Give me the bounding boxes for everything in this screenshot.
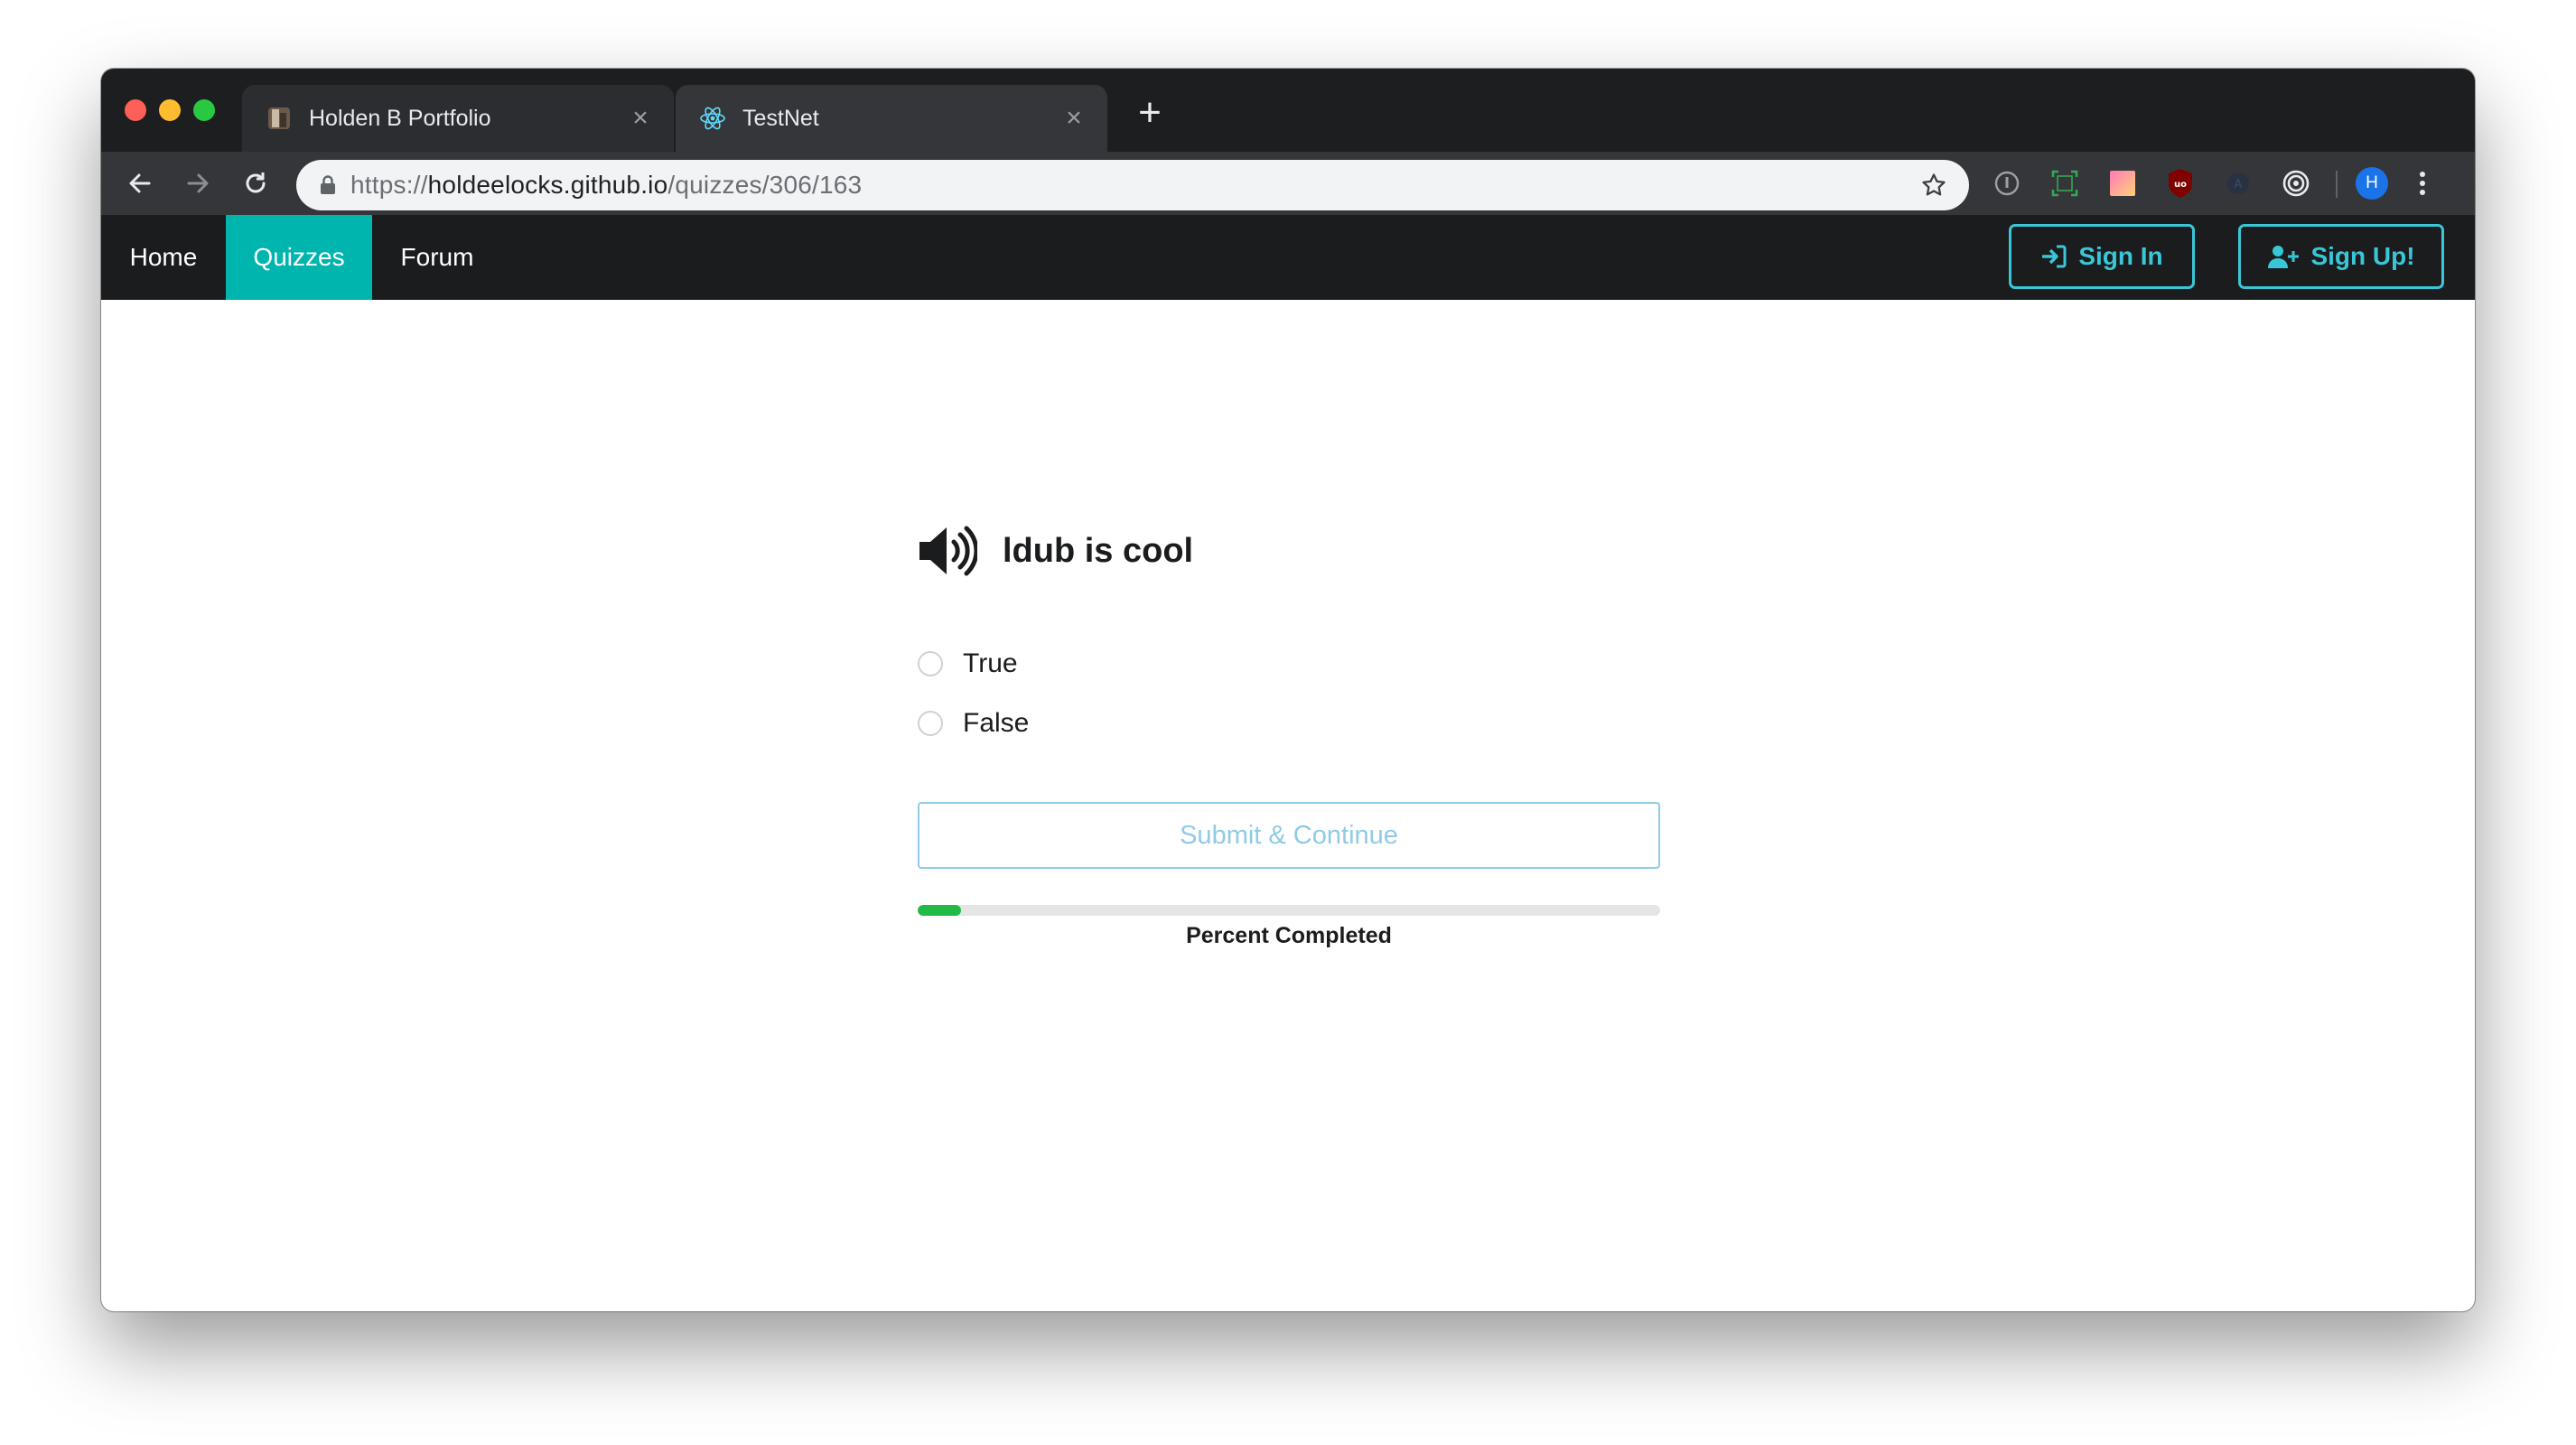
info-extension-icon[interactable]: [1991, 167, 2023, 200]
tab-title: TestNet: [742, 105, 819, 131]
question-text: ldub is cool: [1003, 531, 1194, 570]
lock-icon: [320, 175, 336, 195]
close-icon[interactable]: ×: [1060, 105, 1087, 132]
portfolio-photo-icon: [266, 105, 293, 132]
sign-in-label: Sign In: [2078, 242, 2163, 270]
star-icon[interactable]: [1920, 172, 1947, 199]
profile-initial: H: [2356, 167, 2388, 200]
forward-arrow-icon[interactable]: [179, 164, 217, 202]
react-atom-icon: [699, 105, 726, 132]
option-label: True: [963, 648, 1018, 678]
site-nav-bar: Home Quizzes Forum Sign In Sign Up!: [101, 215, 2475, 300]
dark-extension-icon[interactable]: A: [2222, 167, 2254, 200]
sign-up-label: Sign Up!: [2310, 242, 2415, 270]
browser-window: Holden B Portfolio × TestNet × + https:/…: [101, 69, 2475, 1311]
progress-bar: [918, 905, 1660, 916]
minimize-window-button[interactable]: [159, 99, 181, 121]
sign-up-button[interactable]: Sign Up!: [2238, 224, 2444, 289]
target-extension-icon[interactable]: [2280, 167, 2312, 200]
svg-text:uo: uo: [2174, 180, 2187, 190]
question-header: ldub is cool: [918, 524, 1193, 578]
maximize-window-button[interactable]: [193, 99, 215, 121]
answer-option-true[interactable]: True: [918, 648, 1018, 679]
submit-continue-button[interactable]: Submit & Continue: [918, 802, 1660, 869]
progress-fill: [918, 905, 961, 916]
tab-testnet[interactable]: TestNet ×: [676, 85, 1107, 152]
nav-item-home[interactable]: Home: [101, 215, 226, 300]
more-menu-icon[interactable]: [2406, 167, 2439, 200]
screenshot-extension-icon[interactable]: [2049, 167, 2081, 200]
close-icon[interactable]: ×: [627, 105, 654, 132]
tab-title: Holden B Portfolio: [309, 105, 491, 131]
answer-option-false[interactable]: False: [918, 708, 1029, 739]
url-path: /quizzes/306/163: [667, 171, 863, 199]
svg-text:A: A: [2235, 178, 2243, 191]
radio-button[interactable]: [918, 711, 943, 736]
url-text: https://holdeelocks.github.io/quizzes/30…: [350, 171, 1920, 200]
option-label: False: [963, 708, 1030, 738]
progress-label: Percent Completed: [1186, 923, 1392, 948]
new-tab-button[interactable]: +: [1125, 90, 1174, 139]
url-scheme: https://: [350, 171, 428, 199]
url-host: holdeelocks.github.io: [427, 171, 668, 199]
back-arrow-icon[interactable]: [121, 164, 159, 202]
ublock-shield-icon[interactable]: uo: [2164, 167, 2197, 200]
speaker-volume-icon[interactable]: [918, 524, 977, 578]
sign-in-button[interactable]: Sign In: [2009, 224, 2195, 289]
reload-icon[interactable]: [237, 164, 275, 202]
address-bar[interactable]: https://holdeelocks.github.io/quizzes/30…: [296, 160, 1969, 210]
add-user-icon: [2268, 246, 2300, 268]
nav-item-forum[interactable]: Forum: [372, 215, 502, 300]
radio-button[interactable]: [918, 651, 943, 676]
profile-avatar[interactable]: H: [2356, 167, 2388, 200]
sign-in-icon: [2042, 245, 2067, 268]
tab-holden-portfolio[interactable]: Holden B Portfolio ×: [242, 85, 674, 152]
close-window-button[interactable]: [125, 99, 146, 121]
color-picker-extension-icon[interactable]: [2106, 167, 2139, 200]
tab-bar: Holden B Portfolio × TestNet × +: [101, 69, 2475, 152]
nav-item-quizzes[interactable]: Quizzes: [226, 215, 372, 300]
browser-toolbar: https://holdeelocks.github.io/quizzes/30…: [101, 152, 2475, 215]
toolbar-divider: [2336, 171, 2338, 198]
